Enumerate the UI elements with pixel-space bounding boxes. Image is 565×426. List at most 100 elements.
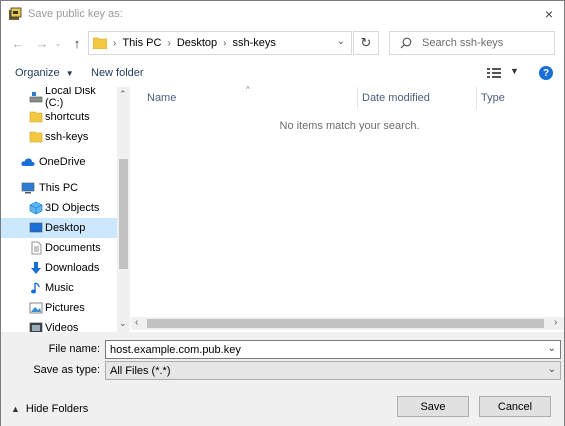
- cube-icon: [29, 201, 43, 215]
- nav-item-label: Desktop: [45, 222, 86, 234]
- arrow-right-icon: →: [35, 35, 49, 51]
- drive-icon: [29, 92, 43, 103]
- save-label: Save: [420, 400, 446, 413]
- hide-folders-button[interactable]: ▲ Hide Folders: [11, 403, 88, 415]
- forward-button[interactable]: →: [33, 34, 51, 52]
- search-icon: [400, 37, 412, 49]
- save-button[interactable]: Save: [397, 396, 469, 417]
- nav-item-onedrive[interactable]: OneDrive: [1, 152, 117, 172]
- save-form: File name: host.example.com.pub.key ⌄ Sa…: [1, 332, 564, 426]
- app-icon: [9, 7, 22, 20]
- navigation-pane-scrollbar[interactable]: ⌃ ⌄: [117, 87, 130, 332]
- cancel-button[interactable]: Cancel: [479, 396, 551, 417]
- nav-item-label: Pictures: [45, 302, 85, 314]
- column-header-name[interactable]: Name: [147, 87, 176, 109]
- file-list-scrollbar[interactable]: ‹ ›: [131, 317, 564, 330]
- column-header-label: Date modified: [362, 92, 430, 104]
- up-button[interactable]: ↑: [68, 34, 86, 52]
- hide-folders-label: Hide Folders: [25, 403, 89, 415]
- new-folder-label: New folder: [91, 67, 144, 79]
- organize-button[interactable]: Organize ▼: [15, 67, 74, 79]
- breadcrumb-desktop[interactable]: Desktop: [177, 37, 217, 49]
- nav-item-downloads[interactable]: Downloads: [1, 258, 117, 278]
- nav-item-local-disk[interactable]: Local Disk (C:): [1, 87, 117, 109]
- nav-item-label: Videos: [45, 322, 79, 332]
- scroll-down-icon[interactable]: ⌄: [119, 318, 127, 329]
- nav-item-label: ssh-keys: [45, 131, 89, 143]
- details-view-icon[interactable]: [487, 67, 501, 79]
- scrollbar-thumb[interactable]: [147, 319, 544, 328]
- file-name-value: host.example.com.pub.key: [110, 343, 241, 356]
- nav-item-videos[interactable]: Videos: [1, 318, 117, 332]
- chevron-down-icon: ⌄: [547, 364, 556, 375]
- nav-item-desktop[interactable]: Desktop: [1, 218, 117, 238]
- column-header-type[interactable]: Type: [481, 87, 505, 109]
- chevron-down-icon: ⌄: [54, 38, 62, 48]
- command-bar: Organize ▼ New folder ▼ ?: [1, 61, 564, 86]
- window-title: Save public key as:: [28, 8, 123, 20]
- navigation-bar: ← → ⌄ ↑ › This PC › Desktop › ssh-keys ⌄…: [1, 28, 564, 60]
- scroll-right-icon[interactable]: ›: [554, 317, 557, 328]
- view-options-chevron-icon[interactable]: ▼: [510, 66, 519, 76]
- folder-icon: [29, 131, 43, 143]
- nav-item-label: Local Disk (C:): [45, 87, 96, 109]
- breadcrumb-ssh-keys[interactable]: ssh-keys: [233, 37, 276, 49]
- chevron-right-icon: ›: [113, 37, 117, 49]
- sort-caret-icon: ^: [246, 85, 250, 94]
- save-dialog: Save public key as: × ← → ⌄ ↑ › This PC …: [0, 0, 565, 426]
- nav-item-label: Downloads: [45, 262, 100, 274]
- nav-item-3d-objects[interactable]: 3D Objects: [1, 198, 117, 218]
- nav-item-label: Documents: [45, 242, 101, 254]
- refresh-button[interactable]: ↻: [353, 31, 379, 55]
- save-as-type-label: Save as type:: [33, 364, 100, 376]
- breadcrumb-this-pc[interactable]: This PC: [122, 37, 161, 49]
- nav-item-pictures[interactable]: Pictures: [1, 298, 117, 318]
- document-icon: [31, 241, 42, 255]
- scroll-up-icon[interactable]: ⌃: [119, 89, 127, 100]
- save-as-type-select[interactable]: All Files (*.*) ⌄: [105, 361, 561, 380]
- organize-label: Organize: [15, 67, 60, 79]
- chevron-right-icon: ›: [223, 37, 227, 49]
- column-header-label: Name: [147, 92, 177, 104]
- column-divider[interactable]: [476, 87, 477, 109]
- music-icon: [31, 282, 40, 294]
- nav-item-label: Music: [45, 282, 74, 294]
- file-list: Name ^ Date modified Type No items match…: [131, 85, 564, 317]
- empty-message: No items match your search.: [279, 120, 420, 132]
- column-header-label: Type: [481, 92, 505, 104]
- nav-item-documents[interactable]: Documents: [1, 238, 117, 258]
- nav-item-label: 3D Objects: [45, 202, 100, 214]
- desktop-icon: [29, 222, 43, 233]
- new-folder-button[interactable]: New folder: [91, 67, 144, 79]
- nav-item-label: This PC: [39, 182, 79, 194]
- nav-item-shortcuts[interactable]: shortcuts: [1, 107, 117, 127]
- search-input[interactable]: [422, 37, 552, 49]
- computer-icon: [21, 182, 35, 194]
- cancel-label: Cancel: [497, 400, 533, 413]
- chevron-up-icon: ▲: [11, 404, 20, 414]
- column-divider[interactable]: [357, 87, 358, 109]
- chevron-down-icon[interactable]: ⌄: [548, 343, 556, 354]
- search-box[interactable]: [389, 31, 555, 55]
- pictures-icon: [29, 302, 43, 314]
- caret-down-icon: ▼: [65, 69, 74, 78]
- help-icon: ?: [542, 67, 550, 79]
- download-icon: [31, 262, 41, 274]
- help-button[interactable]: ?: [539, 66, 553, 80]
- refresh-icon: ↻: [360, 35, 372, 50]
- file-name-field[interactable]: host.example.com.pub.key ⌄: [105, 340, 561, 359]
- recent-locations-button[interactable]: ⌄: [53, 34, 63, 52]
- title-bar: Save public key as: ×: [1, 1, 564, 27]
- close-button[interactable]: ×: [534, 1, 564, 27]
- scrollbar-thumb[interactable]: [119, 159, 128, 269]
- back-button[interactable]: ←: [9, 34, 27, 52]
- nav-item-ssh-keys[interactable]: ssh-keys: [1, 127, 117, 147]
- scroll-left-icon[interactable]: ‹: [135, 317, 138, 328]
- column-header-date-modified[interactable]: Date modified: [362, 87, 430, 109]
- nav-item-music[interactable]: Music: [1, 278, 117, 298]
- cloud-icon: [21, 158, 35, 166]
- navigation-pane: Local Disk (C:) shortcuts ssh-keys OneDr…: [1, 87, 131, 332]
- nav-item-this-pc[interactable]: This PC: [1, 178, 117, 198]
- address-dropdown-icon[interactable]: ⌄: [337, 36, 345, 47]
- address-bar[interactable]: › This PC › Desktop › ssh-keys ⌄: [88, 31, 352, 55]
